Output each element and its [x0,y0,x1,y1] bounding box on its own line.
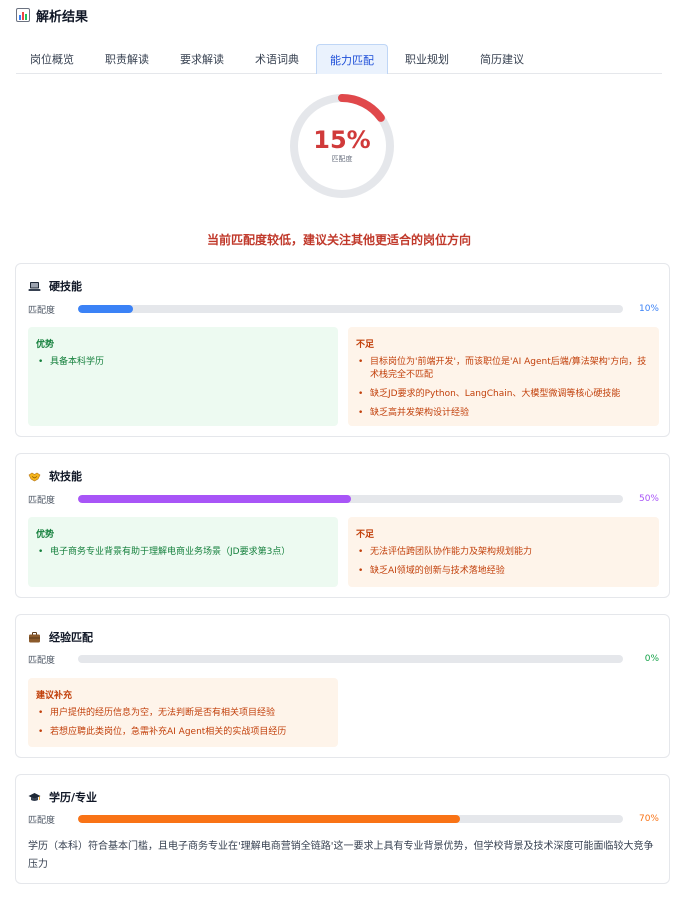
progress-track [78,305,623,313]
tab-requirements[interactable]: 要求解读 [166,43,238,73]
tab-resume-advice[interactable]: 简历建议 [466,43,538,73]
experience-card: 经验匹配 匹配度 0% 建议补充 • 用户提供的经历信息为空，无法判断是否有相关项… [15,614,670,758]
list-item: • 缺乏AI领域的创新与技术落地经验 [358,566,505,576]
bar-percent: 50% [638,494,659,504]
tab-bar: 岗位概览 职责解读 要求解读 术语词典 能力匹配 职业规划 简历建议 [16,30,662,74]
advantages-title: 优势 [36,530,55,540]
advantages-box: 优势 • 具备本科学历 [28,327,338,426]
bar-label: 匹配度 [28,495,56,506]
handshake-icon [28,470,41,483]
match-bar-row: 匹配度 50% [28,493,659,506]
advantages-title: 优势 [36,340,55,350]
card-title: 经验匹配 [49,631,93,644]
list-item: • 具备本科学历 [38,357,105,367]
match-bar-row: 匹配度 10% [28,303,659,316]
match-bar-row: 匹配度 0% [28,653,659,666]
match-bar-row: 匹配度 70% [28,813,659,826]
bar-chart-icon [16,8,30,22]
education-description: 学历（本科）符合基本门槛，且电子商务专业在'理解电商营销全链路'这一要求上具有专… [28,841,654,870]
result-header: 解析结果 [0,0,678,30]
bar-label: 匹配度 [28,305,56,316]
list-item: • 若想应聘此类岗位，急需补充AI Agent相关的实战项目经历 [38,727,287,737]
page-title: 解析结果 [36,9,89,25]
progress-track [78,495,623,503]
tab-duties[interactable]: 职责解读 [91,43,163,73]
bar-percent: 10% [638,304,659,314]
bar-label: 匹配度 [28,815,56,826]
progress-track [78,655,623,663]
tab-career-plan[interactable]: 职业规划 [391,43,463,73]
progress-fill [78,495,351,503]
list-item: • 缺乏高并发架构设计经验 [358,408,470,418]
suggestion-title: 建议补充 [36,691,73,701]
list-item: • 目标岗位为'前端开发'，而该职位是'AI Agent后端/算法架构'方向，技术… [358,357,647,380]
card-title: 硬技能 [49,280,82,293]
bar-percent: 70% [638,814,659,824]
match-warning: 当前匹配度较低，建议关注其他更适合的岗位方向 [206,233,471,247]
briefcase-icon [28,631,41,644]
tab-ability-match[interactable]: 能力匹配 [316,44,388,74]
shortcomings-box: 不足 • 目标岗位为'前端开发'，而该职位是'AI Agent后端/算法架构'方向… [348,327,659,426]
tab-glossary[interactable]: 术语词典 [241,43,313,73]
tab-job-overview[interactable]: 岗位概览 [16,43,88,73]
shortcomings-title: 不足 [356,340,375,350]
advantages-box: 优势 • 电子商务专业背景有助于理解电商业务场景（JD要求第3点） [28,517,338,587]
laptop-icon [28,280,41,293]
bar-label: 匹配度 [28,655,56,666]
list-item: • 用户提供的经历信息为空，无法判断是否有相关项目经验 [38,708,276,718]
soft-skills-card: 软技能 匹配度 50% 优势 • 电子商务专业背景有助于理解电商业务场景（JD要求… [15,453,670,598]
list-item: • 缺乏JD要求的Python、LangChain、大模型微调等核心硬技能 [358,389,621,399]
progress-fill [78,815,460,823]
gauge-percent: 15% [313,126,371,154]
progress-track [78,815,623,823]
graduation-cap-icon [28,791,41,804]
list-item: • 无法评估跨团队协作能力及架构规划能力 [358,547,533,557]
match-gauge: 15% 匹配度 [286,90,398,202]
card-title: 软技能 [49,470,82,483]
education-card: 学历/专业 匹配度 70% 学历（本科）符合基本门槛，且电子商务专业在'理解电商… [15,774,670,884]
bar-percent: 0% [644,654,659,664]
suggestion-box: 建议补充 • 用户提供的经历信息为空，无法判断是否有相关项目经验 • 若想应聘此类岗… [28,678,338,747]
hard-skills-card: 硬技能 匹配度 10% 优势 • 具备本科学历 不足 • 目标岗位为'前端开发'，而… [15,263,670,437]
shortcomings-title: 不足 [356,530,375,540]
card-title: 学历/专业 [49,791,98,804]
shortcomings-box: 不足 • 无法评估跨团队协作能力及架构规划能力 • 缺乏AI领域的创新与技术落地经验 [348,517,659,587]
gauge-label: 匹配度 [331,155,353,163]
progress-fill [78,305,133,313]
list-item: • 电子商务专业背景有助于理解电商业务场景（JD要求第3点） [38,547,291,557]
